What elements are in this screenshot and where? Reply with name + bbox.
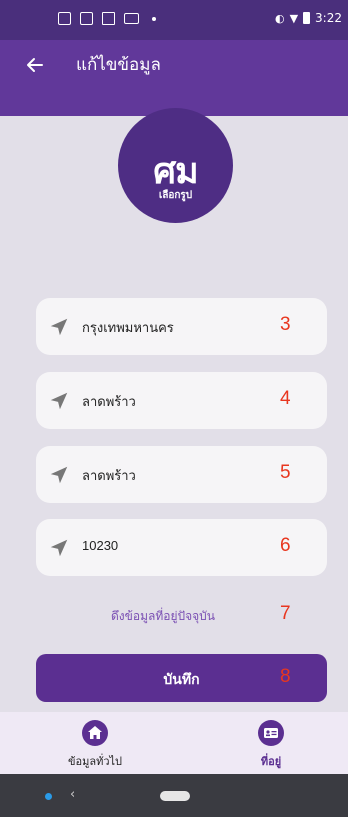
- subdistrict-value: ลาดพร้าว: [82, 468, 136, 483]
- annotation-number: 8: [280, 666, 291, 687]
- assistant-dot-icon: [45, 793, 52, 800]
- save-button[interactable]: บันทึก 8: [36, 654, 327, 702]
- home-icon: [82, 720, 108, 746]
- fetch-address-row: ดึงข้อมูลที่อยู่ปัจจุบัน 7: [0, 601, 348, 631]
- annotation-number: 3: [280, 314, 291, 335]
- postal-code-value: 10230: [82, 538, 119, 553]
- more-notifications-icon: [152, 16, 156, 21]
- system-icons: ◐ ▼ 3:22: [275, 11, 342, 25]
- annotation-number: 4: [280, 388, 291, 409]
- mail-icon: [102, 12, 115, 25]
- annotation-number: 6: [280, 535, 291, 556]
- status-bar: ◐ ▼ 3:22: [0, 0, 348, 40]
- fetch-current-address-link[interactable]: ดึงข้อมูลที่อยู่ปัจจุบัน: [111, 607, 215, 626]
- choose-photo-label: เลือกรูป: [158, 190, 193, 201]
- location-arrow-icon: [50, 466, 68, 484]
- nav-address[interactable]: ที่อยู่: [221, 720, 321, 770]
- wifi-icon: ▼: [289, 11, 299, 25]
- notification-icon: [58, 12, 71, 25]
- postal-code-field[interactable]: 10230 6: [36, 519, 327, 576]
- province-field[interactable]: กรุงเทพมหานคร 3: [36, 298, 327, 355]
- nav-address-label: ที่อยู่: [260, 756, 282, 768]
- nav-general-info[interactable]: ข้อมูลทั่วไป: [45, 720, 145, 770]
- battery-icon: [303, 12, 311, 24]
- page-title: แก้ไขข้อมูล: [76, 55, 161, 74]
- clock: 3:22: [315, 11, 342, 25]
- notification-icons: [58, 12, 156, 25]
- subdistrict-field[interactable]: ลาดพร้าว 5: [36, 446, 327, 503]
- location-arrow-icon: [50, 539, 68, 557]
- location-arrow-icon: [50, 392, 68, 410]
- system-back-icon[interactable]: ‹: [70, 787, 75, 802]
- system-navigation-bar: ‹: [0, 774, 348, 817]
- data-saver-icon: ◐: [274, 11, 285, 25]
- province-value: กรุงเทพมหานคร: [82, 320, 174, 335]
- notification-icon: [124, 13, 139, 24]
- contact-card-icon: [258, 720, 284, 746]
- app-bar: แก้ไขข้อมูล: [0, 40, 348, 116]
- avatar-picker[interactable]: ศม เลือกรูป: [118, 108, 233, 223]
- back-arrow-icon[interactable]: [20, 50, 50, 80]
- nav-general-info-label: ข้อมูลทั่วไป: [67, 756, 123, 768]
- location-arrow-icon: [50, 318, 68, 336]
- district-field[interactable]: ลาดพร้าว 4: [36, 372, 327, 429]
- form-content: ศม เลือกรูป กรุงเทพมหานคร 3 ลาดพร้าว 4 ล…: [0, 108, 348, 712]
- annotation-number: 5: [280, 462, 291, 483]
- annotation-number: 7: [280, 603, 291, 624]
- system-home-pill[interactable]: [160, 791, 190, 801]
- district-value: ลาดพร้าว: [82, 394, 136, 409]
- bottom-navigation: ข้อมูลทั่วไป ที่อยู่: [0, 712, 348, 774]
- notification-icon: [80, 12, 93, 25]
